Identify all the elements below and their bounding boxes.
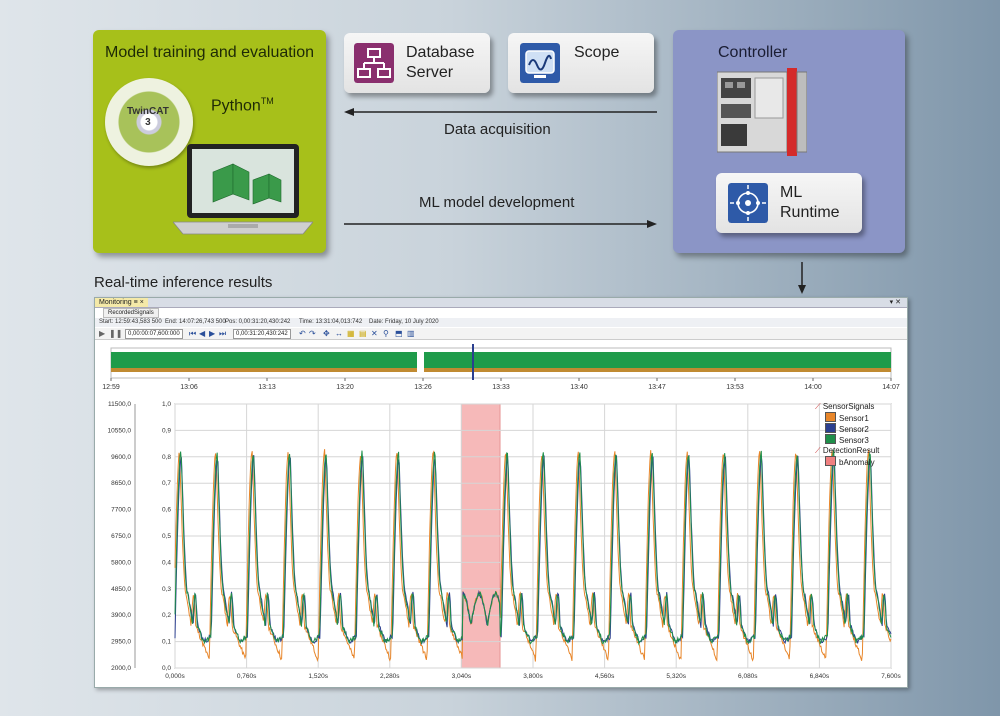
right-axis-label: 0,7 [162,480,171,487]
prev-icon[interactable]: ◀ [199,329,205,338]
tab-recorded-signals[interactable]: RecordedSignals [103,308,159,318]
pause-icon[interactable]: ❚❚ [109,329,122,338]
inference-arrowhead [798,285,806,294]
overview-tick-label: 13:33 [492,384,510,391]
right-axis-label: 0,9 [162,427,171,434]
x-tick-label: 7,600s [881,673,901,680]
info-bar: Start: 12:59:43,583 500 End: 14:07:26,74… [95,318,907,327]
section-title: Real-time inference results [94,274,273,291]
zoom-x-icon[interactable]: ▦ [347,329,355,338]
x-tick-label: 0,760s [237,673,257,680]
overview-tick-label: 13:47 [648,384,666,391]
right-axis-label: 0,4 [162,559,171,566]
legend-sensor2[interactable]: Sensor2 [815,423,879,434]
info-pos: Pos: 0,00:31:20,430:242 [225,319,291,325]
right-axis-label: 0,5 [162,533,171,540]
position-input[interactable]: 0,00:31:20,430:242 [233,329,291,339]
zoom-y-icon[interactable]: ▤ [359,329,367,338]
overview-chart[interactable]: 12:59 13:06 13:13 13:20 13:26 13:33 13:40 13:47… [95,340,907,396]
next-icon[interactable]: ▶ [209,329,215,338]
x-tick-label: 4,560s [595,673,615,680]
overview-tick-label: 14:07 [882,384,900,391]
left-axis-label: 4850,0 [111,586,131,593]
x-tick-label: 2,280s [380,673,400,680]
left-axis-label: 5800,0 [111,559,131,566]
monitoring-panel: Monitoring ≡ × ▾ ✕ RecordedSignals Start… [94,297,908,688]
x-tick-label: 3,800s [523,673,543,680]
right-axis-label: 1,0 [162,401,171,408]
info-time: Time: 13:31:04,013:742 [299,319,363,325]
time-range-input[interactable]: 0,00:00:07,600:000 [125,329,183,339]
left-axis-label: 9600,0 [111,454,131,461]
left-axis-label: 7700,0 [111,507,131,514]
toolbar: ▶ ❚❚ 0,00:00:07,600:000 ⏮ ◀ ▶ ⏭ 0,00:31:… [95,328,907,340]
left-axis-label: 6750,0 [111,533,131,540]
redo-icon[interactable]: ↷ [309,329,316,338]
cursor-icon[interactable]: ✕ [371,329,378,338]
arrows-layer [344,108,806,294]
marker-icon[interactable]: ⚲ [383,329,389,338]
export-icon[interactable]: ⬒ [395,329,403,338]
fit-icon[interactable]: ↔ [335,329,343,338]
overview-tick-label: 14:00 [804,384,822,391]
ml-development-arrowhead [647,220,657,228]
overview-tick-label: 13:26 [414,384,432,391]
info-start: Start: 12:59:43,583 500 [99,319,162,325]
overview-tick-label: 13:06 [180,384,198,391]
panel-menu-icon[interactable]: ▾ ✕ [890,298,901,306]
legend-banomaly[interactable]: bAnomaly [815,456,879,467]
data-acquisition-label: Data acquisition [444,121,551,138]
left-axis-label: 10550,0 [108,427,132,434]
data-acquisition-arrowhead [344,108,354,116]
right-axis-label: 0,1 [162,639,171,646]
x-tick-label: 5,320s [666,673,686,680]
undo-icon[interactable]: ↶ [299,329,306,338]
first-icon[interactable]: ⏮ [189,329,196,338]
legend-group-detection: ⟋ DetectionResult [815,446,880,455]
tab-strip: Monitoring ≡ × ▾ ✕ [95,298,907,308]
play-icon[interactable]: ▶ [99,329,105,338]
last-icon[interactable]: ⏭ [219,329,226,338]
right-axis-label: 0,2 [162,612,171,619]
overview-tick-label: 13:40 [570,384,588,391]
legend: ⟋ SensorSignals Sensor1 Sensor2 Sensor3 … [815,401,879,467]
overview-tick-label: 13:13 [258,384,276,391]
overview-tick-label: 13:53 [726,384,744,391]
left-axis-label: 11500,0 [108,401,131,408]
legend-sensor3[interactable]: Sensor3 [815,434,879,445]
left-axis-label: 3900,0 [111,612,131,619]
overview-tick-label: 13:20 [336,384,354,391]
overview-tick-label: 12:59 [102,384,120,391]
legend-group-sensor: ⟋ SensorSignals [815,402,875,411]
x-tick-label: 1,520s [308,673,328,680]
tab-monitoring[interactable]: Monitoring ≡ × [95,298,148,307]
left-axis-label: 2950,0 [111,639,131,646]
settings-icon[interactable]: ▥ [407,329,415,338]
right-axis-label: 0,8 [162,454,171,461]
x-tick-label: 0,000s [165,673,185,680]
info-end: End: 14:07:26,743 500 [165,319,226,325]
right-axis-label: 0,3 [162,586,171,593]
right-axis-label: 0,0 [162,665,171,672]
x-tick-label: 3,040s [452,673,472,680]
left-axis-label: 8650,0 [111,480,131,487]
right-axis-label: 0,6 [162,507,171,514]
left-axis-label: 2000,0 [111,665,131,672]
info-date: Date: Friday, 10 July 2020 [369,319,439,325]
x-tick-label: 6,840s [810,673,830,680]
pan-icon[interactable]: ✥ [323,329,330,338]
x-tick-label: 6,080s [738,673,758,680]
ml-development-label: ML model development [419,194,575,211]
main-chart[interactable]: 1,0 11500,0 0,9 10550,0 0,8 9600,0 0,7 8650,0 0,… [95,398,907,687]
legend-sensor1[interactable]: Sensor1 [815,412,879,423]
